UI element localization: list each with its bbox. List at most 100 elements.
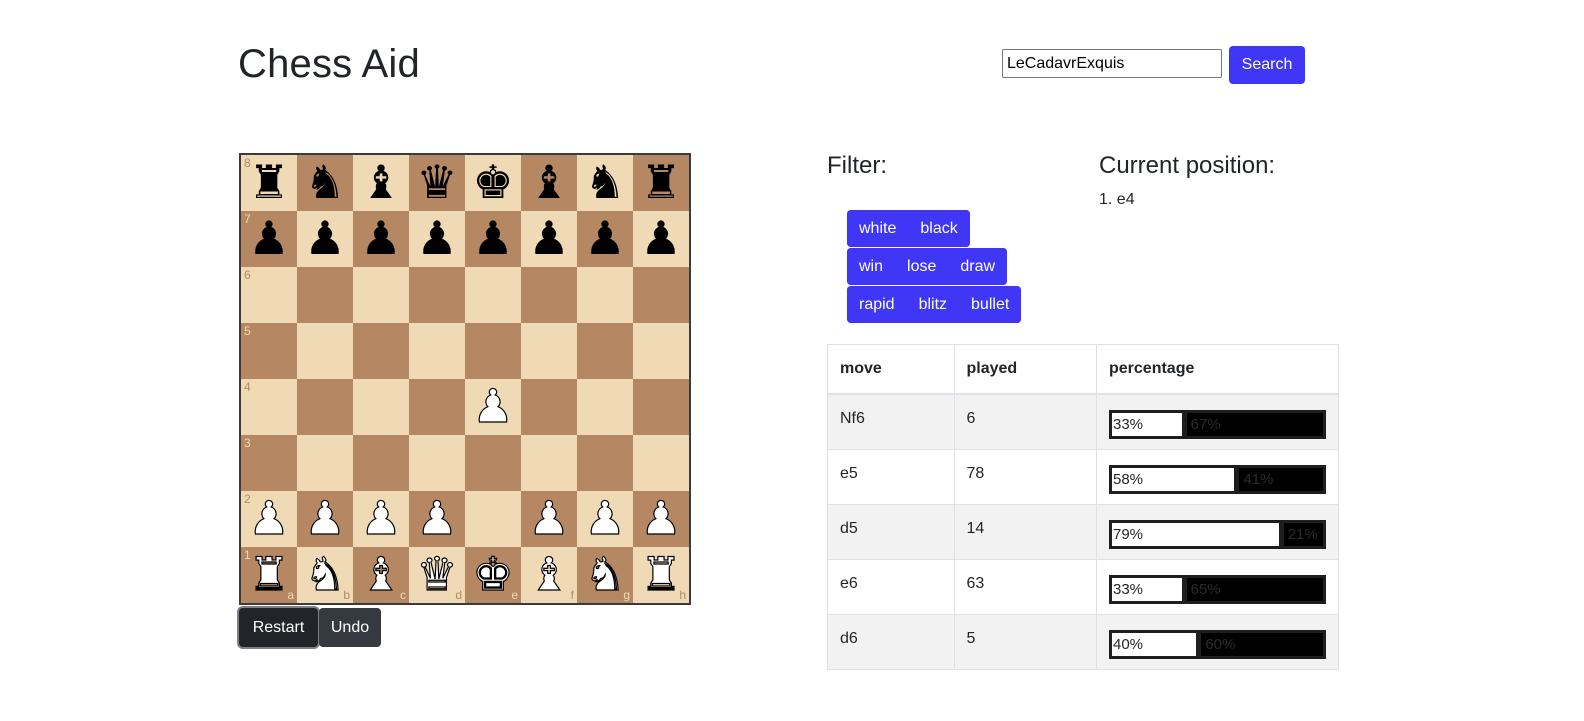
black-pawn-icon[interactable]: ♟ (304, 215, 345, 261)
board-square[interactable] (465, 435, 521, 491)
board-square[interactable] (409, 435, 465, 491)
board-square[interactable] (297, 435, 353, 491)
board-square[interactable] (297, 323, 353, 379)
filter-black-button[interactable]: black (908, 210, 970, 247)
filter-draw-button[interactable]: draw (948, 248, 1008, 285)
table-row[interactable]: d5 14 79% 21% (827, 503, 1339, 560)
black-pawn-icon[interactable]: ♟ (416, 215, 457, 261)
filter-win-button[interactable]: win (847, 248, 896, 285)
board-square[interactable] (633, 267, 689, 323)
white-king-icon[interactable]: ♚ (472, 550, 514, 597)
move-cell[interactable]: e6 (827, 558, 955, 615)
chess-board[interactable]: 8 ♜ ♞ ♝ ♛ ♚ ♝ ♞ ♜ 7 ♟ ♟ ♟ ♟ ♟ ♟ ♟ ♟ 6 5 4 ♟ 3 2 ♟ ♟ ♟ ♟ ♟ ♟ ♟ 1 a ♜ b ♞ c ♝ d ♛… (239, 153, 691, 605)
black-bishop-icon[interactable]: ♝ (360, 159, 401, 205)
board-square[interactable]: ♟ (297, 211, 353, 267)
board-square[interactable] (577, 323, 633, 379)
white-pawn-icon[interactable]: ♟ (304, 494, 346, 541)
board-square[interactable]: ♟ (465, 211, 521, 267)
board-square[interactable]: 2 ♟ (241, 491, 297, 547)
white-rook-icon[interactable]: ♜ (248, 550, 290, 597)
board-square[interactable]: 4 (241, 379, 297, 435)
board-square[interactable] (409, 267, 465, 323)
filter-rapid-button[interactable]: rapid (847, 286, 907, 323)
filter-lose-button[interactable]: lose (895, 248, 949, 285)
board-square[interactable]: 3 (241, 435, 297, 491)
move-cell[interactable]: Nf6 (827, 393, 955, 450)
black-pawn-icon[interactable]: ♟ (360, 215, 401, 261)
board-square[interactable]: ♟ (353, 211, 409, 267)
board-square[interactable]: b ♞ (297, 547, 353, 603)
board-square[interactable] (297, 379, 353, 435)
black-bishop-icon[interactable]: ♝ (528, 159, 569, 205)
black-pawn-icon[interactable]: ♟ (584, 215, 625, 261)
board-square[interactable]: 8 ♜ (241, 155, 297, 211)
white-bishop-icon[interactable]: ♝ (528, 550, 570, 597)
board-square[interactable]: ♟ (465, 379, 521, 435)
board-square[interactable] (465, 491, 521, 547)
move-cell[interactable]: e5 (827, 448, 955, 505)
board-square[interactable] (521, 379, 577, 435)
board-square[interactable]: e ♚ (465, 547, 521, 603)
white-bishop-icon[interactable]: ♝ (360, 550, 402, 597)
black-pawn-icon[interactable]: ♟ (248, 215, 289, 261)
board-square[interactable] (521, 435, 577, 491)
board-square[interactable]: ♛ (409, 155, 465, 211)
board-square[interactable]: f ♝ (521, 547, 577, 603)
board-square[interactable] (465, 267, 521, 323)
black-rook-icon[interactable]: ♜ (248, 159, 289, 205)
board-square[interactable] (297, 267, 353, 323)
undo-button[interactable]: Undo (319, 608, 381, 647)
board-square[interactable] (521, 323, 577, 379)
board-square[interactable]: ♟ (521, 211, 577, 267)
board-square[interactable]: 1 a ♜ (241, 547, 297, 603)
black-king-icon[interactable]: ♚ (472, 159, 513, 205)
white-pawn-icon[interactable]: ♟ (416, 494, 458, 541)
board-square[interactable] (633, 379, 689, 435)
board-square[interactable]: ♟ (409, 491, 465, 547)
table-row[interactable]: e5 78 58% 41% (827, 448, 1339, 505)
board-square[interactable] (577, 379, 633, 435)
board-square[interactable]: ♟ (577, 491, 633, 547)
black-pawn-icon[interactable]: ♟ (472, 215, 513, 261)
board-square[interactable]: 7 ♟ (241, 211, 297, 267)
board-square[interactable]: c ♝ (353, 547, 409, 603)
move-cell[interactable]: d6 (827, 613, 955, 670)
board-square[interactable] (353, 435, 409, 491)
board-square[interactable] (353, 379, 409, 435)
white-knight-icon[interactable]: ♞ (304, 550, 346, 597)
black-queen-icon[interactable]: ♛ (416, 159, 457, 205)
board-grid[interactable]: 8 ♜ ♞ ♝ ♛ ♚ ♝ ♞ ♜ 7 ♟ ♟ ♟ ♟ ♟ ♟ ♟ ♟ 6 5 4 ♟ 3 2 ♟ ♟ ♟ ♟ ♟ ♟ ♟ 1 a ♜ b ♞ c ♝ d ♛… (241, 155, 689, 603)
white-knight-icon[interactable]: ♞ (584, 550, 626, 597)
board-square[interactable] (409, 379, 465, 435)
white-pawn-icon[interactable]: ♟ (584, 494, 626, 541)
search-button[interactable]: Search (1229, 46, 1305, 84)
board-square[interactable]: ♟ (633, 211, 689, 267)
black-pawn-icon[interactable]: ♟ (640, 215, 681, 261)
black-rook-icon[interactable]: ♜ (640, 159, 681, 205)
move-cell[interactable]: d5 (827, 503, 955, 560)
board-square[interactable]: ♟ (577, 211, 633, 267)
board-square[interactable]: ♟ (297, 491, 353, 547)
white-pawn-icon[interactable]: ♟ (640, 494, 682, 541)
white-pawn-icon[interactable]: ♟ (360, 494, 402, 541)
board-square[interactable] (409, 323, 465, 379)
table-row[interactable]: d6 5 40% 60% (827, 613, 1339, 670)
white-pawn-icon[interactable]: ♟ (528, 494, 570, 541)
white-pawn-icon[interactable]: ♟ (248, 494, 290, 541)
board-square[interactable] (353, 323, 409, 379)
board-square[interactable]: ♟ (521, 491, 577, 547)
board-square[interactable] (577, 267, 633, 323)
black-knight-icon[interactable]: ♞ (304, 159, 345, 205)
filter-bullet-button[interactable]: bullet (959, 286, 1022, 323)
table-row[interactable]: e6 63 33% 65% (827, 558, 1339, 615)
board-square[interactable]: ♝ (353, 155, 409, 211)
board-square[interactable]: ♞ (297, 155, 353, 211)
filter-white-button[interactable]: white (847, 210, 909, 247)
white-pawn-icon[interactable]: ♟ (472, 382, 514, 429)
board-square[interactable] (353, 267, 409, 323)
board-square[interactable]: ♝ (521, 155, 577, 211)
board-square[interactable] (521, 267, 577, 323)
black-pawn-icon[interactable]: ♟ (528, 215, 569, 261)
board-square[interactable]: ♚ (465, 155, 521, 211)
black-knight-icon[interactable]: ♞ (584, 159, 625, 205)
